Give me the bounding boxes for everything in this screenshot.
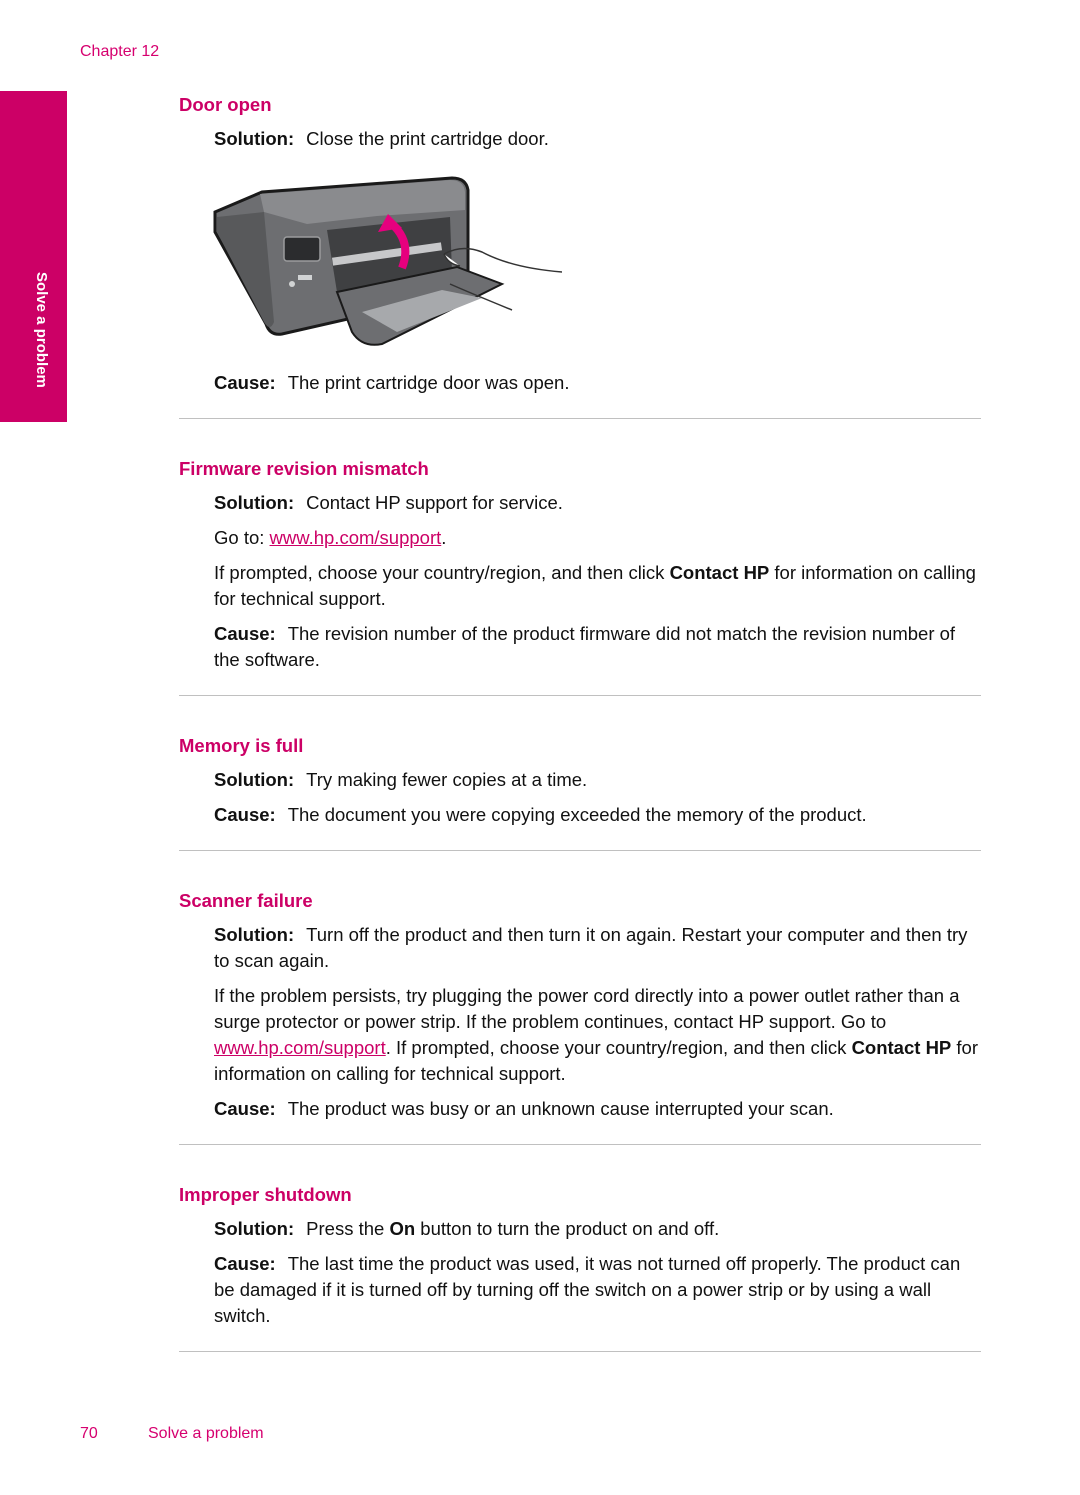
cause-paragraph: Cause: The revision number of the product…: [214, 621, 981, 673]
solution-paragraph: Solution: Contact HP support for service.: [214, 490, 981, 516]
cause-paragraph: Cause: The print cartridge door was open.: [214, 370, 981, 396]
section-scanner-failure: Scanner failure Solution: Turn off the pr…: [179, 889, 981, 1145]
solution-label: Solution:: [214, 924, 295, 945]
solution-paragraph: Solution: Turn off the product and then t…: [214, 922, 981, 974]
cause-text: The product was busy or an unknown cause…: [287, 1098, 834, 1119]
persist-mid: . If prompted, choose your country/regio…: [385, 1037, 852, 1058]
section-title: Memory is full: [179, 735, 304, 756]
support-link[interactable]: www.hp.com/support: [270, 527, 442, 548]
footer-title: Solve a problem: [148, 1425, 264, 1442]
cause-paragraph: Cause: The product was busy or an unknown…: [214, 1096, 981, 1122]
contact-hp-label: Contact HP: [669, 562, 770, 583]
solution-paragraph: Solution: Try making fewer copies at a ti…: [214, 767, 981, 793]
section-title: Door open: [179, 94, 272, 115]
printer-icon: [213, 176, 563, 346]
section-title: Firmware revision mismatch: [179, 458, 429, 479]
solution-text: Close the print cartridge door.: [306, 128, 549, 149]
cause-label: Cause:: [214, 372, 276, 393]
persist-text: If the problem persists, try plugging th…: [214, 985, 960, 1032]
goto-paragraph: Go to: www.hp.com/support.: [214, 525, 981, 551]
section-divider: [179, 850, 981, 851]
contact-hp-label: Contact HP: [851, 1037, 952, 1058]
page-content: Door open Solution: Close the print cartr…: [179, 93, 981, 1390]
cause-label: Cause:: [214, 623, 276, 644]
section-door-open: Door open Solution: Close the print cartr…: [179, 93, 981, 419]
solution-text: Contact HP support for service.: [306, 492, 563, 513]
section-improper-shutdown: Improper shutdown Solution: Press the On …: [179, 1183, 981, 1352]
section-firmware-mismatch: Firmware revision mismatch Solution: Cont…: [179, 457, 981, 696]
persist-paragraph: If the problem persists, try plugging th…: [214, 983, 981, 1087]
solution-text: Try making fewer copies at a time.: [306, 769, 588, 790]
side-tab-label: Solve a problem: [33, 272, 50, 388]
support-link[interactable]: www.hp.com/support: [214, 1037, 386, 1058]
chapter-label: Chapter 12: [80, 43, 160, 60]
section-title: Scanner failure: [179, 890, 313, 911]
cause-text: The last time the product was used, it w…: [214, 1253, 961, 1326]
cause-label: Cause:: [214, 1253, 276, 1274]
goto-prefix: Go to:: [214, 527, 270, 548]
solution-paragraph: Solution: Close the print cartridge door.: [214, 126, 981, 152]
solution-text: Press the: [306, 1218, 390, 1239]
page-number: 70: [80, 1425, 98, 1442]
section-divider: [179, 1144, 981, 1145]
section-divider: [179, 695, 981, 696]
cause-text: The document you were copying exceeded t…: [287, 804, 867, 825]
solution-paragraph: Solution: Press the On button to turn the…: [214, 1216, 981, 1242]
cause-text: The print cartridge door was open.: [287, 372, 570, 393]
printer-door-illustration: [212, 172, 563, 348]
solution-suffix: button to turn the product on and off.: [415, 1218, 720, 1239]
section-divider: [179, 1351, 981, 1352]
cause-text: The revision number of the product firmw…: [214, 623, 956, 670]
section-memory-full: Memory is full Solution: Try making fewer…: [179, 734, 981, 851]
goto-suffix: .: [441, 527, 447, 548]
cause-paragraph: Cause: The document you were copying exce…: [214, 802, 981, 828]
prompt-paragraph: If prompted, choose your country/region,…: [214, 560, 981, 612]
prompt-text: If prompted, choose your country/region,…: [214, 562, 670, 583]
section-title: Improper shutdown: [179, 1184, 352, 1205]
solution-label: Solution:: [214, 492, 295, 513]
on-button-label: On: [389, 1218, 416, 1239]
solution-label: Solution:: [214, 128, 295, 149]
cause-label: Cause:: [214, 804, 276, 825]
cause-label: Cause:: [214, 1098, 276, 1119]
section-divider: [179, 418, 981, 419]
solution-text: Turn off the product and then turn it on…: [214, 924, 968, 971]
solution-label: Solution:: [214, 1218, 295, 1239]
cause-paragraph: Cause: The last time the product was used…: [214, 1251, 981, 1329]
solution-label: Solution:: [214, 769, 295, 790]
